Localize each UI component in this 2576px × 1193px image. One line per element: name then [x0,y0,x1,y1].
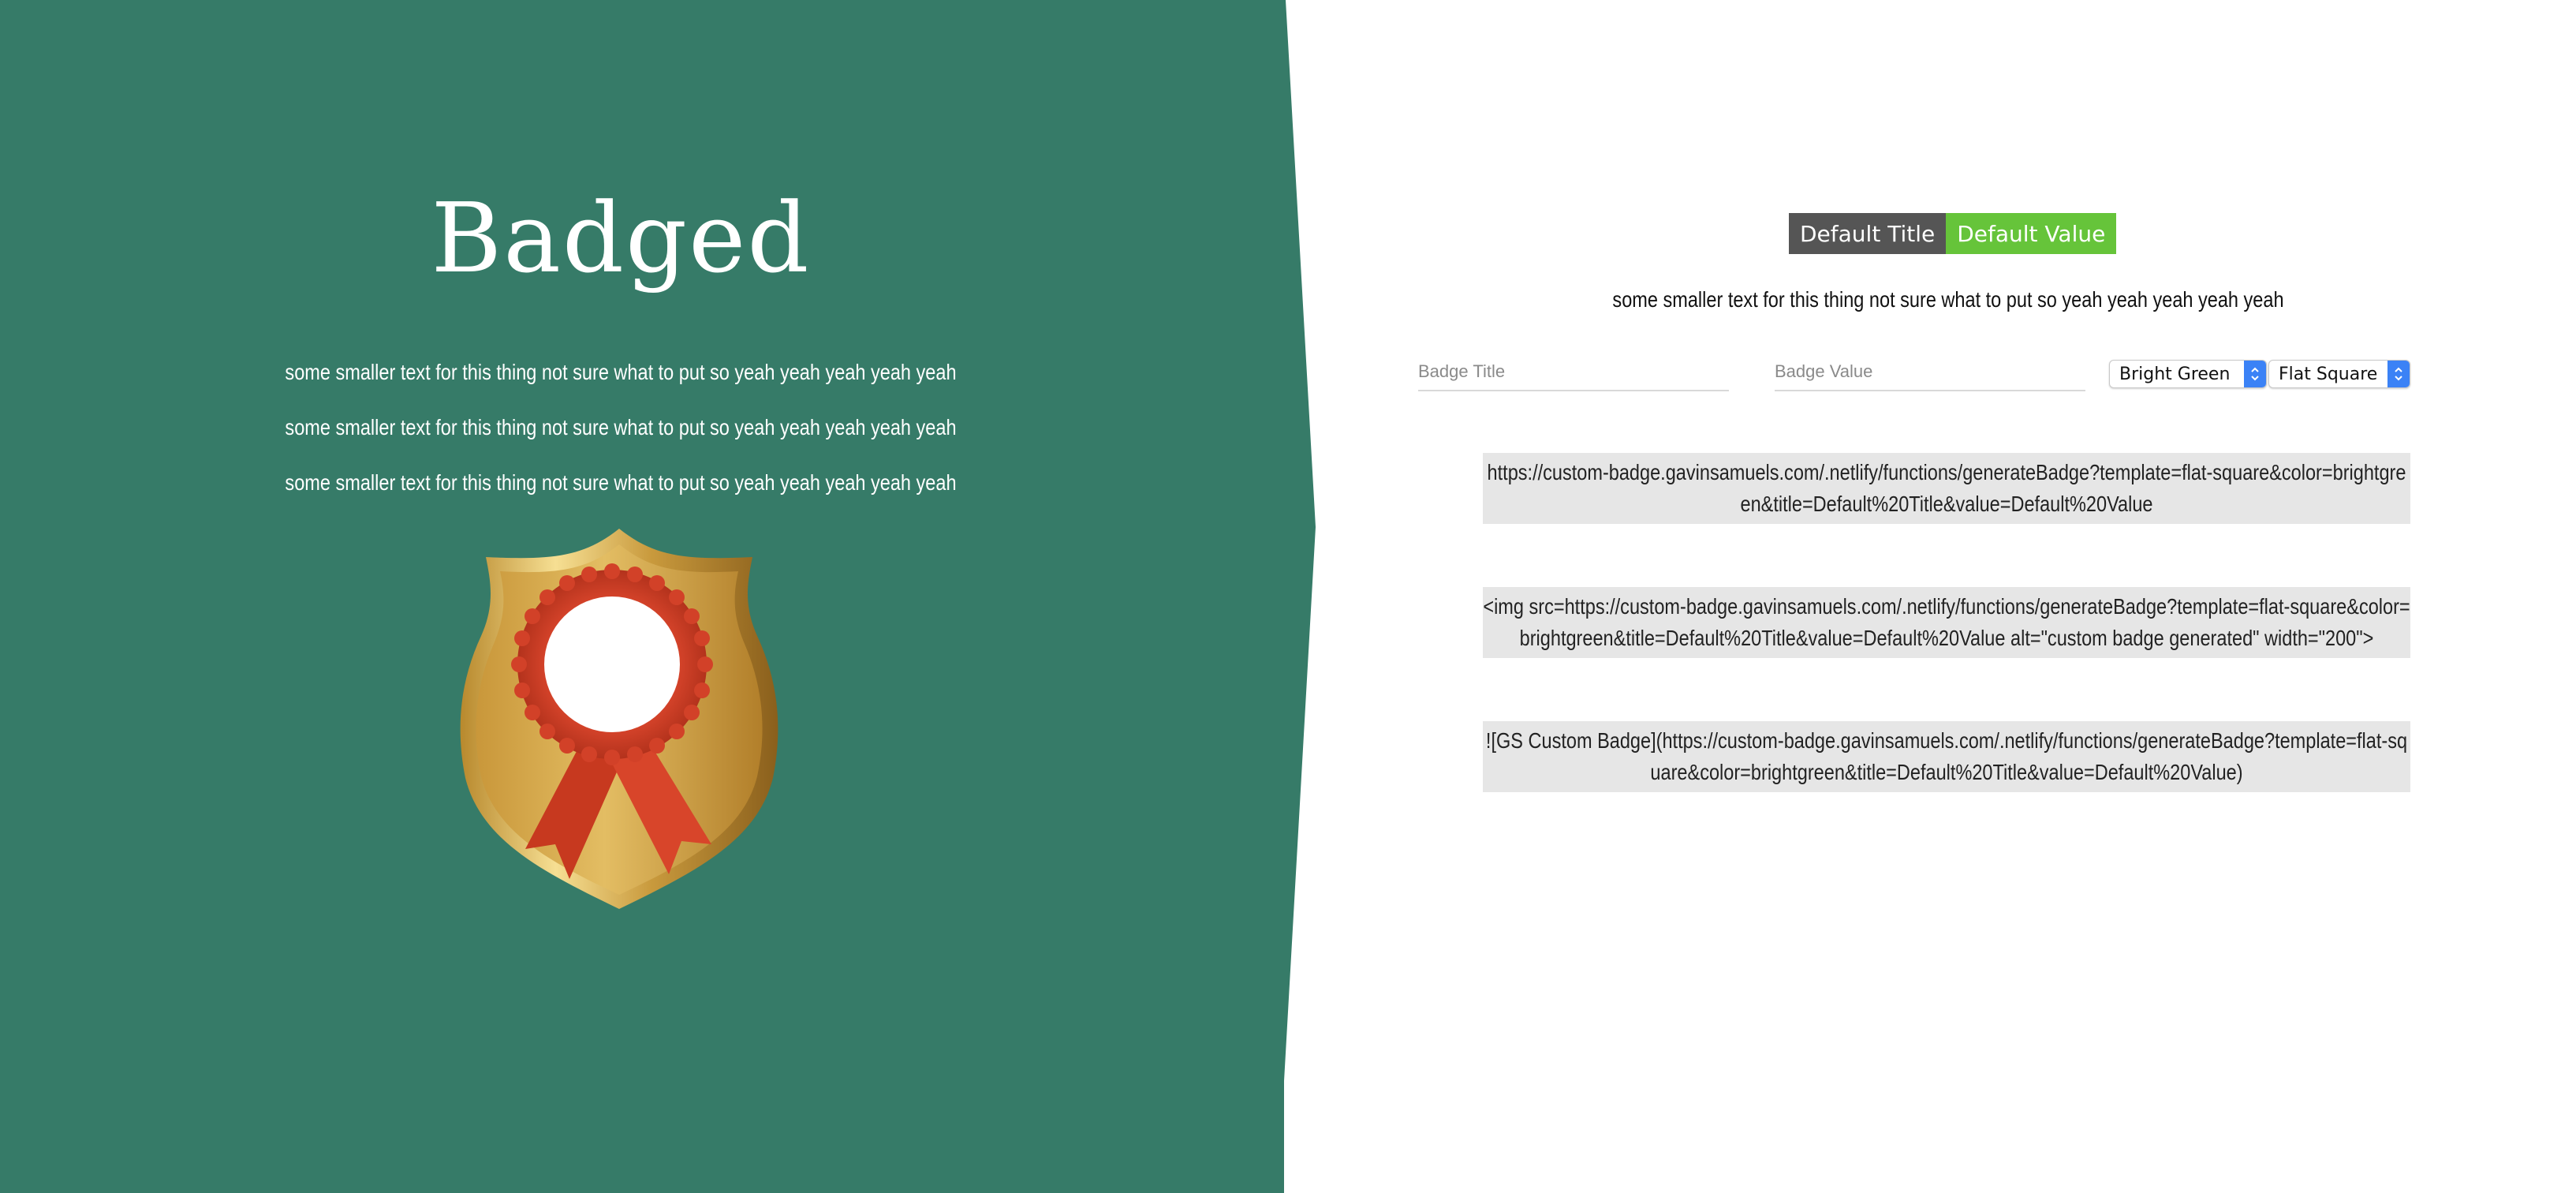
app-title: Badged [431,182,811,294]
badge-html-output[interactable]: <img src=https://custom-badge.gavinsamue… [1483,587,2410,658]
page: Badged some smaller text for this thing … [0,0,2576,1193]
badge-preview-title: Default Title [1789,213,1947,254]
badge-url-output[interactable]: https://custom-badge.gavinsamuels.com/.n… [1483,453,2410,524]
badge-preview: Default Title Default Value [1789,213,2117,254]
badge-markdown-output[interactable]: ![GS Custom Badge](https://custom-badge.… [1483,721,2410,792]
hero-text-line-2: some smaller text for this thing not sur… [285,415,957,439]
color-select-value: Bright Green [2119,364,2231,384]
form-subtitle: some smaller text for this thing not sur… [1612,287,2284,312]
badge-title-input[interactable] [1418,357,1729,391]
hero-text-line-3: some smaller text for this thing not sur… [285,470,957,495]
award-badge-icon [460,529,778,909]
template-select-value: Flat Square [2279,364,2378,384]
color-select[interactable]: Bright Green [2109,360,2267,388]
chevron-updown-icon [2244,361,2266,387]
badge-html-text: <img src=https://custom-badge.gavinsamue… [1483,594,2410,650]
badge-url-text: https://custom-badge.gavinsamuels.com/.n… [1487,460,2406,516]
hero-text-line-1: some smaller text for this thing not sur… [285,360,957,384]
badge-preview-value: Default Value [1946,213,2117,254]
chevron-updown-icon [2387,361,2410,387]
badge-value-input[interactable] [1775,357,2085,391]
badge-markdown-text: ![GS Custom Badge](https://custom-badge.… [1485,728,2408,784]
template-select[interactable]: Flat Square [2268,360,2410,388]
